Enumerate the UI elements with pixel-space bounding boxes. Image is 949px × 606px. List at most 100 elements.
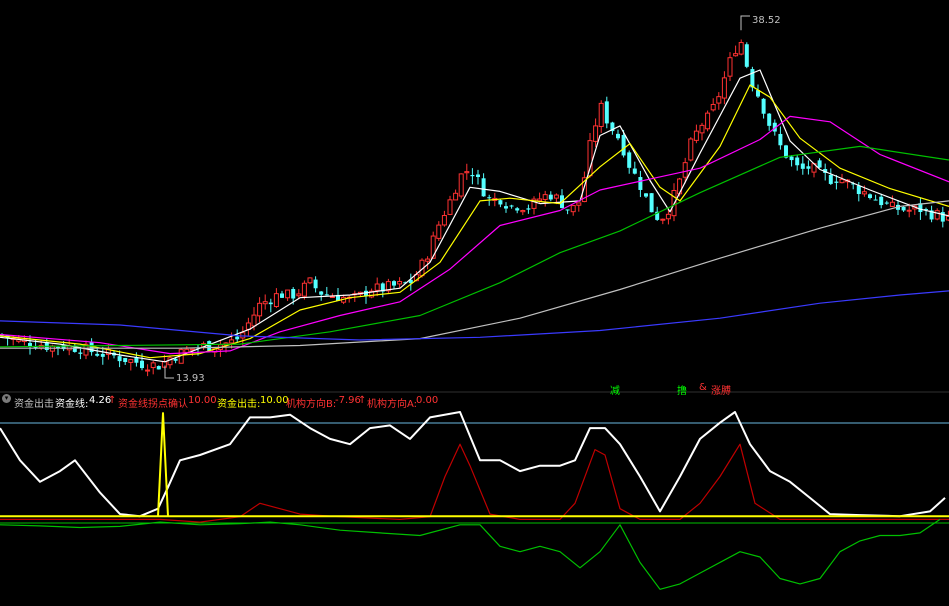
candle-up[interactable] xyxy=(128,359,134,363)
candle-down[interactable] xyxy=(800,163,805,169)
candle-up[interactable] xyxy=(738,42,744,55)
candle-up[interactable] xyxy=(257,302,263,317)
candle-down[interactable] xyxy=(498,200,503,205)
candle-up[interactable] xyxy=(660,218,666,221)
candle-down[interactable] xyxy=(392,281,396,286)
candle-down[interactable] xyxy=(789,156,794,161)
candle-down[interactable] xyxy=(280,293,284,298)
candle-down[interactable] xyxy=(515,208,520,211)
candle-up[interactable] xyxy=(699,124,705,134)
candle-down[interactable] xyxy=(873,199,878,201)
candle-down[interactable] xyxy=(604,101,609,124)
candle-up[interactable] xyxy=(570,205,576,213)
candle-up[interactable] xyxy=(436,224,442,239)
candle-up[interactable] xyxy=(587,140,593,177)
candle-up[interactable] xyxy=(861,191,867,195)
candle-up[interactable] xyxy=(329,295,335,298)
candle-down[interactable] xyxy=(235,336,240,340)
candle-up[interactable] xyxy=(520,210,526,213)
candle-up[interactable] xyxy=(458,173,464,197)
candle-down[interactable] xyxy=(901,206,906,211)
candle-down[interactable] xyxy=(806,166,811,169)
candle-down[interactable] xyxy=(526,208,531,210)
candle-down[interactable] xyxy=(621,135,626,156)
candle-down[interactable] xyxy=(856,185,861,195)
candle-down[interactable] xyxy=(565,209,570,211)
candle-down[interactable] xyxy=(324,294,329,296)
candle-down[interactable] xyxy=(632,168,637,174)
candle-up[interactable] xyxy=(251,314,257,327)
candle-down[interactable] xyxy=(644,193,648,197)
candle-up[interactable] xyxy=(598,102,604,127)
indicator-name[interactable]: 资金出击 xyxy=(14,395,54,410)
candle-down[interactable] xyxy=(117,356,122,362)
candle-down[interactable] xyxy=(319,291,324,295)
candle-down[interactable] xyxy=(481,178,486,197)
candle-up[interactable] xyxy=(665,213,671,220)
candle-down[interactable] xyxy=(470,175,475,177)
candle-up[interactable] xyxy=(145,369,151,372)
candle-up[interactable] xyxy=(721,77,727,99)
candle-down[interactable] xyxy=(638,177,643,190)
candle-up[interactable] xyxy=(273,293,279,308)
candle-up[interactable] xyxy=(301,282,307,297)
candle-up[interactable] xyxy=(229,339,235,344)
candle-up[interactable] xyxy=(576,202,582,206)
candle-up[interactable] xyxy=(161,361,167,368)
candle-up[interactable] xyxy=(682,162,688,178)
candle-down[interactable] xyxy=(509,205,514,207)
candle-up[interactable] xyxy=(447,199,453,215)
candle-down[interactable] xyxy=(140,360,144,369)
candle-down[interactable] xyxy=(291,288,296,299)
candle-down[interactable] xyxy=(817,160,822,168)
candle-up[interactable] xyxy=(705,112,711,130)
candle-up[interactable] xyxy=(453,192,459,201)
candle-down[interactable] xyxy=(834,181,839,183)
candle-up[interactable] xyxy=(150,362,156,369)
candle-up[interactable] xyxy=(593,125,599,142)
stock-chart[interactable] xyxy=(0,0,949,606)
candle-up[interactable] xyxy=(727,57,733,77)
candle-up[interactable] xyxy=(716,96,722,104)
candle-down[interactable] xyxy=(504,206,508,209)
candle-down[interactable] xyxy=(487,197,492,199)
candle-up[interactable] xyxy=(307,277,313,284)
candle-down[interactable] xyxy=(156,366,161,370)
candle-up[interactable] xyxy=(934,210,940,220)
candle-up[interactable] xyxy=(425,258,431,262)
candle-up[interactable] xyxy=(441,215,447,226)
candle-up[interactable] xyxy=(553,194,559,199)
candle-up[interactable] xyxy=(296,293,302,297)
candle-up[interactable] xyxy=(733,53,739,57)
candle-down[interactable] xyxy=(100,353,105,357)
candle-down[interactable] xyxy=(627,152,632,168)
candle-down[interactable] xyxy=(476,174,480,177)
candle-down[interactable] xyxy=(95,353,100,356)
candle-down[interactable] xyxy=(313,279,318,289)
candle-up[interactable] xyxy=(245,322,251,330)
candle-down[interactable] xyxy=(173,358,178,361)
candle-down[interactable] xyxy=(884,202,889,204)
candle-down[interactable] xyxy=(123,358,128,363)
candle-up[interactable] xyxy=(184,348,190,353)
candle-down[interactable] xyxy=(795,157,800,166)
candle-up[interactable] xyxy=(542,194,548,200)
candle-down[interactable] xyxy=(744,44,749,67)
candle-down[interactable] xyxy=(778,133,783,146)
candle-up[interactable] xyxy=(464,171,470,174)
candle-down[interactable] xyxy=(268,302,273,305)
candle-down[interactable] xyxy=(828,174,833,184)
candle-up[interactable] xyxy=(240,332,246,339)
candle-up[interactable] xyxy=(374,283,380,291)
candle-up[interactable] xyxy=(906,209,912,212)
candle-up[interactable] xyxy=(839,178,845,184)
candle-up[interactable] xyxy=(537,198,543,202)
candle-down[interactable] xyxy=(548,194,553,200)
candle-up[interactable] xyxy=(688,138,694,161)
collapse-icon[interactable]: ▾ xyxy=(2,394,11,403)
candle-up[interactable] xyxy=(693,130,699,141)
candle-down[interactable] xyxy=(761,98,766,114)
candle-down[interactable] xyxy=(616,133,620,139)
candle-down[interactable] xyxy=(879,196,884,206)
candle-up[interactable] xyxy=(285,289,291,299)
